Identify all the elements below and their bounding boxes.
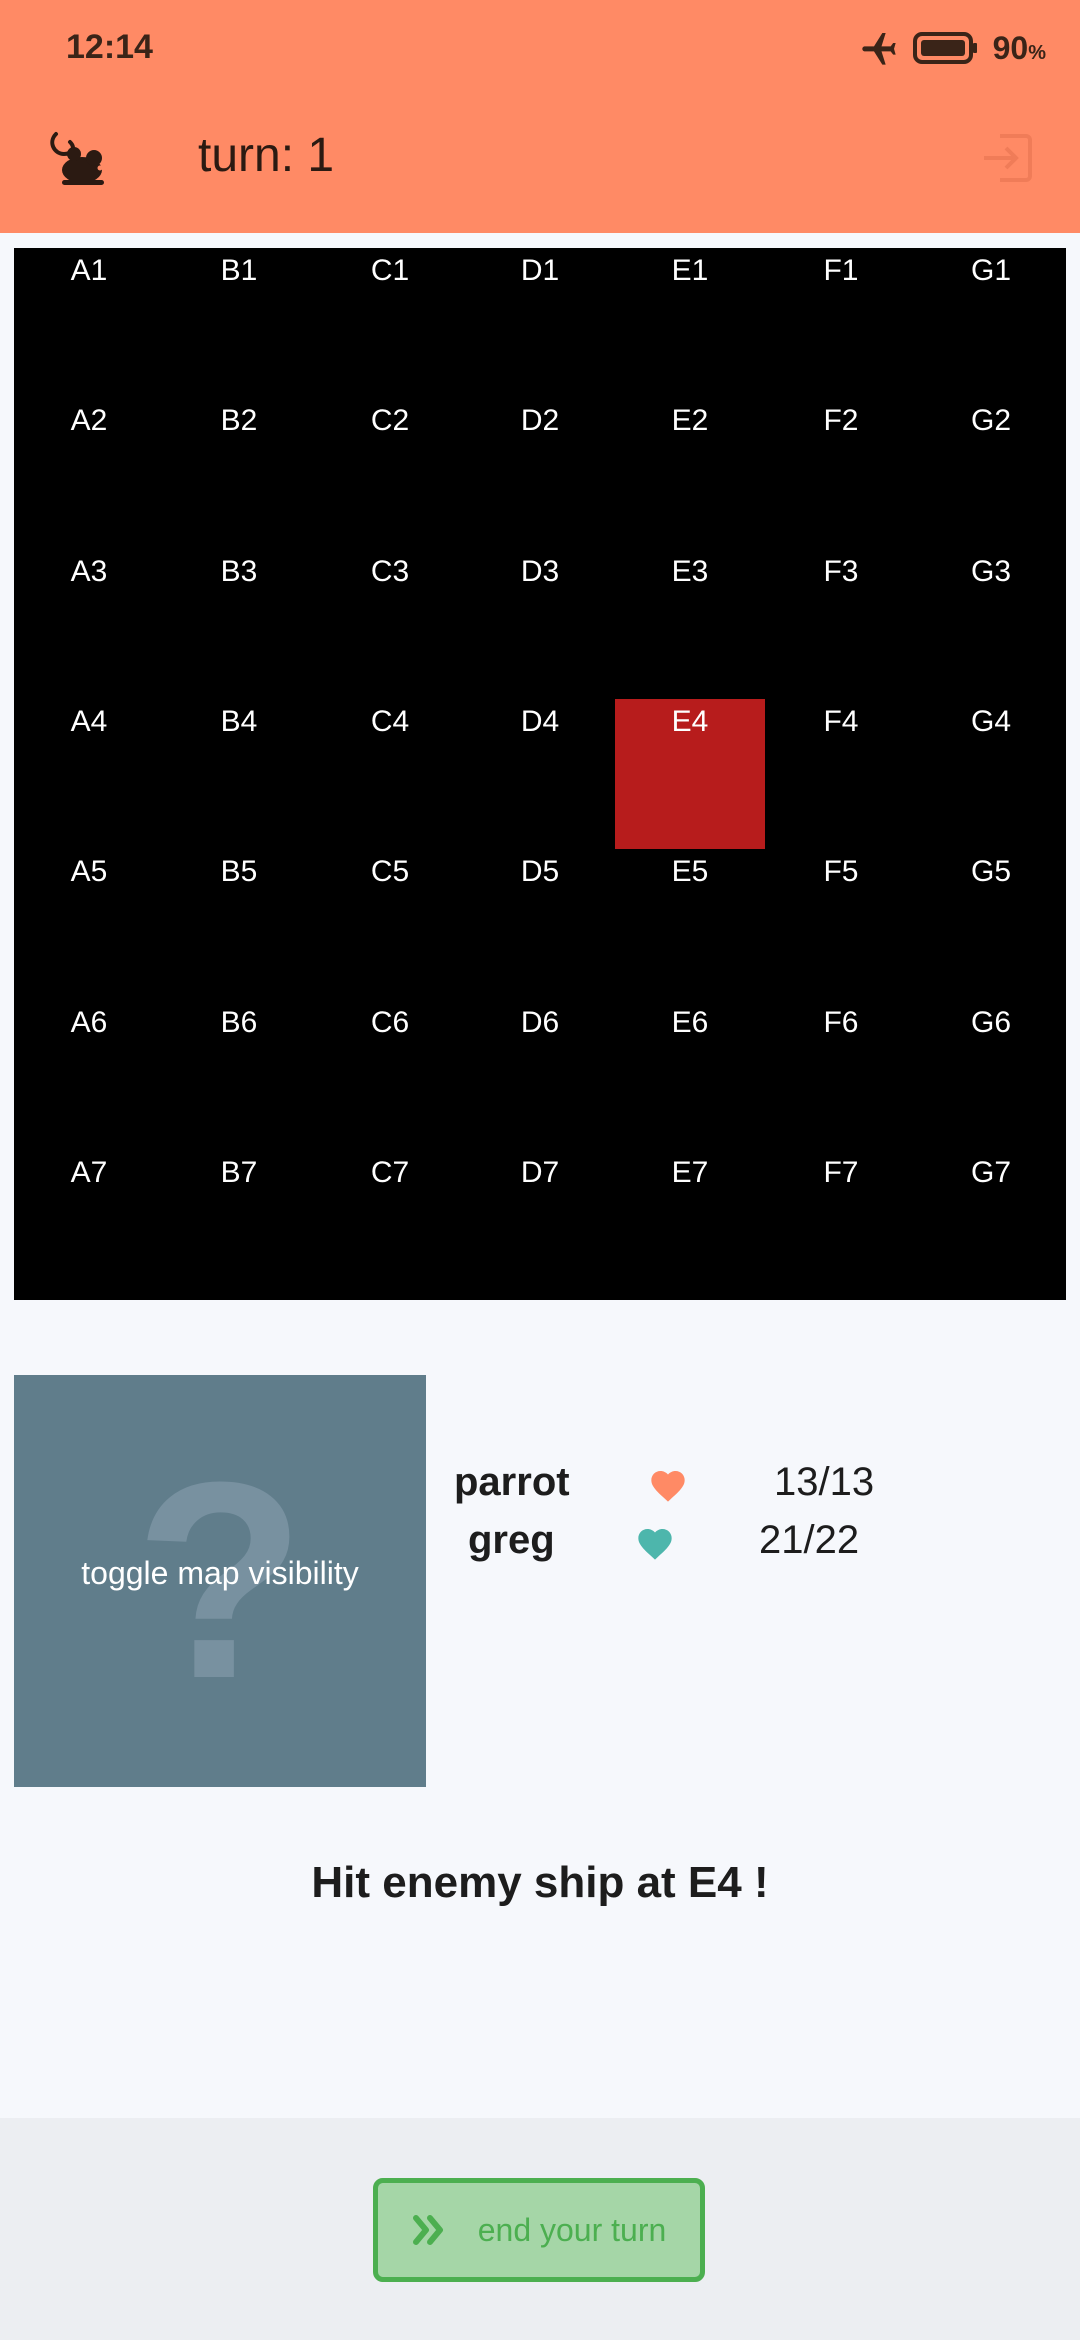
battery-icon (912, 32, 977, 64)
board-cell[interactable]: G3 (916, 549, 1066, 699)
airplane-mode-icon (861, 33, 896, 65)
board-cell[interactable]: A5 (14, 849, 164, 999)
end-turn-button[interactable]: end your turn (373, 2178, 705, 2282)
board-cell[interactable]: C3 (315, 549, 465, 699)
board-cell[interactable]: E4 (615, 699, 765, 849)
status-time: 12:14 (66, 28, 153, 66)
board-cell[interactable]: B4 (164, 699, 314, 849)
board-cell[interactable]: G4 (916, 699, 1066, 849)
board-cell[interactable]: C4 (315, 699, 465, 849)
board-cell[interactable]: A6 (14, 1000, 164, 1150)
board-cell[interactable]: C1 (315, 248, 465, 398)
board-cell[interactable]: C6 (315, 1000, 465, 1150)
board-cell[interactable]: A4 (14, 699, 164, 849)
game-board: A1 B1 C1 D1 E1 F1 G1 A2 B2 C2 D2 E2 F2 G2 A3 B3 C3 D3 E3 F3… (14, 248, 1066, 1300)
player-name: parrot (454, 1460, 570, 1504)
board-cell[interactable]: D1 (465, 248, 615, 398)
board-cell[interactable]: B5 (164, 849, 314, 999)
board-cell[interactable]: G1 (916, 248, 1066, 398)
board-cell[interactable]: F7 (766, 1150, 916, 1300)
board-cell[interactable]: A1 (14, 248, 164, 398)
board-cell[interactable]: C7 (315, 1150, 465, 1300)
board-cell[interactable]: B7 (164, 1150, 314, 1300)
board-cell[interactable]: E7 (615, 1150, 765, 1300)
board-cell[interactable]: G5 (916, 849, 1066, 999)
board-cell[interactable]: D6 (465, 1000, 615, 1150)
end-turn-label: end your turn (477, 2211, 667, 2248)
board-cell[interactable]: E5 (615, 849, 765, 999)
toggle-map-label: toggle map visibility (81, 1555, 359, 1591)
board-cell[interactable]: E6 (615, 1000, 765, 1150)
status-message: Hit enemy ship at E4 ! (311, 1858, 769, 1907)
board-cell[interactable]: E3 (615, 549, 765, 699)
board-cell[interactable]: C2 (315, 398, 465, 548)
board-cell[interactable]: G6 (916, 1000, 1066, 1150)
board-cell[interactable]: D3 (465, 549, 615, 699)
board-cell[interactable]: F2 (766, 398, 916, 548)
board-cell[interactable]: B2 (164, 398, 314, 548)
heart-icon (638, 1529, 672, 1560)
board-cell[interactable]: E1 (615, 248, 765, 398)
board-cell[interactable]: B3 (164, 549, 314, 699)
board-cell[interactable]: B1 (164, 248, 314, 398)
board-cell[interactable]: D4 (465, 699, 615, 849)
double-chevron-right-icon (412, 2215, 443, 2245)
toggle-map-visibility-button[interactable]: ? toggle map visibility (14, 1375, 426, 1787)
board-cell[interactable]: A7 (14, 1150, 164, 1300)
board-cell[interactable]: B6 (164, 1000, 314, 1150)
heart-icon (651, 1471, 685, 1502)
board-cell[interactable]: G2 (916, 398, 1066, 548)
battery-percentage: 90% (992, 29, 1046, 66)
turn-title: turn: 1 (198, 129, 335, 182)
player-row-parrot: parrot 13/13 (450, 1460, 930, 1510)
board-cell[interactable]: F6 (766, 1000, 916, 1150)
board-cell[interactable]: F3 (766, 549, 916, 699)
board-cell[interactable]: D7 (465, 1150, 615, 1300)
player-hp: 21/22 (759, 1518, 860, 1562)
mouse-icon[interactable] (46, 124, 110, 188)
board-cell[interactable]: E2 (615, 398, 765, 548)
board-cell[interactable]: D2 (465, 398, 615, 548)
board-cell[interactable]: A2 (14, 398, 164, 548)
board-cell[interactable]: C5 (315, 849, 465, 999)
exit-icon[interactable] (978, 128, 1038, 188)
player-name: greg (468, 1518, 555, 1562)
status-icons: 90% (859, 26, 1046, 70)
board-cell[interactable]: F4 (766, 699, 916, 849)
player-hp: 13/13 (774, 1460, 875, 1504)
board-cell[interactable]: D5 (465, 849, 615, 999)
board-cell[interactable]: G7 (916, 1150, 1066, 1300)
app-bar: 12:14 90% turn: 1 (0, 0, 1080, 233)
board-cell[interactable]: F1 (766, 248, 916, 398)
player-row-greg: greg 21/22 (450, 1518, 930, 1568)
board-cell[interactable]: A3 (14, 549, 164, 699)
board-cell[interactable]: F5 (766, 849, 916, 999)
